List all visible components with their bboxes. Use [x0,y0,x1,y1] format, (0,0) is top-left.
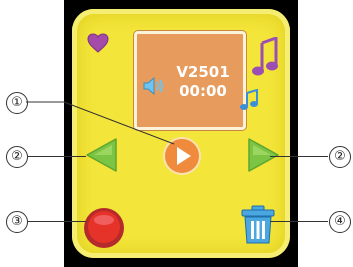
callout-2-left: ② [6,146,28,168]
callout-4-leader [270,221,328,222]
callout-2-right-leader [270,156,328,157]
callout-1: ① [6,92,28,114]
speaker-icon [143,77,163,95]
delete-button[interactable] [240,205,276,245]
callout-4: ④ [329,211,351,233]
next-button[interactable] [247,137,281,173]
heart-icon [87,33,109,53]
callout-3: ③ [6,211,28,233]
record-button[interactable] [82,206,126,250]
recording-time: 00:00 [179,82,227,100]
callout-1-leader [26,101,175,145]
small-music-note-icon [240,89,258,110]
callout-2-left-leader [28,156,86,157]
callout-3-leader [28,221,86,222]
trash-icon [241,205,275,244]
recording-title: V2501 [176,63,230,81]
music-note-icon [252,37,278,76]
callout-2-right: ② [329,146,351,168]
